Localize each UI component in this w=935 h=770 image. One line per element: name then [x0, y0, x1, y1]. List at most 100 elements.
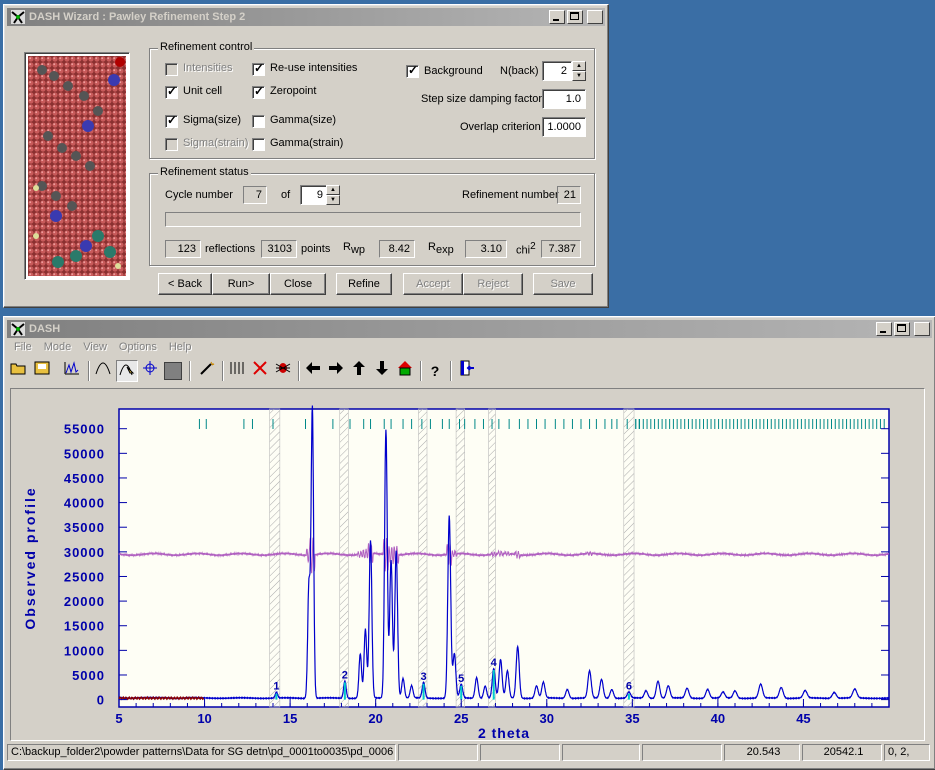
y-tick-label: 5000: [72, 668, 105, 683]
toolbar-separator: [222, 361, 224, 381]
x-axis-label: 2 theta: [478, 725, 530, 740]
unit-cell-label: Unit cell: [183, 85, 223, 97]
y-tick-label: 10000: [64, 643, 105, 658]
reuse-intensities-label: Re-use intensities: [270, 62, 358, 74]
excluded-region: [623, 408, 635, 708]
refinement-number-label: Refinement number: [462, 189, 559, 201]
arrow-up-icon[interactable]: [348, 360, 370, 382]
molecule-picture: [28, 56, 126, 276]
spin-down-icon[interactable]: ▼: [572, 71, 586, 81]
y-tick-label: 0: [97, 693, 105, 708]
profile-icon[interactable]: [61, 360, 83, 382]
unit-cell-checkbox[interactable]: ✓: [165, 84, 178, 99]
close-window-button[interactable]: ✕: [914, 322, 930, 337]
arrow-left-icon[interactable]: [302, 360, 324, 382]
refine-button[interactable]: Refine: [336, 273, 392, 295]
select-peak-icon[interactable]: [116, 360, 138, 382]
minimize-button[interactable]: [876, 322, 892, 336]
close-button[interactable]: Close: [270, 273, 326, 295]
maximize-button[interactable]: [567, 10, 583, 24]
cycle-number-value: 7: [243, 186, 267, 204]
rwp-subscript: wp: [350, 244, 366, 257]
status-panel: [642, 744, 722, 761]
grid-icon[interactable]: [226, 360, 248, 382]
run-button[interactable]: Run>: [212, 273, 270, 295]
close-window-button[interactable]: ✕: [587, 10, 603, 25]
zeropoint-checkbox[interactable]: ✓: [252, 84, 265, 99]
menu-view[interactable]: View: [77, 338, 113, 356]
overlap-criterion-label: Overlap criterion: [460, 121, 541, 133]
restore-button[interactable]: [894, 322, 910, 336]
save-button[interactable]: Save: [533, 273, 593, 295]
arrow-right-icon[interactable]: [325, 360, 347, 382]
grey-square-icon[interactable]: [162, 360, 184, 382]
reflections-label: reflections: [205, 243, 256, 255]
menu-options[interactable]: Options: [113, 338, 163, 356]
crosshair-icon[interactable]: [139, 360, 161, 382]
wand-icon[interactable]: [196, 360, 218, 382]
accept-button[interactable]: Accept: [403, 273, 463, 295]
dash-titlebar[interactable]: DASH ✕: [7, 320, 932, 338]
menu-mode[interactable]: Mode: [38, 338, 78, 356]
y-tick-label: 40000: [64, 496, 105, 511]
red-cross-icon[interactable]: [249, 360, 271, 382]
refinement-progress-bar: [165, 212, 581, 227]
gamma-size-checkbox[interactable]: [252, 115, 265, 128]
max-cycles-input[interactable]: 9: [300, 185, 328, 205]
y-tick-label: 15000: [64, 619, 105, 634]
step-size-input[interactable]: 1.0: [542, 89, 586, 109]
back-button[interactable]: < Back: [158, 273, 212, 295]
dash-title: DASH: [29, 323, 61, 335]
exit-icon[interactable]: [456, 360, 478, 382]
spin-down-icon[interactable]: ▼: [326, 195, 340, 205]
arrow-down-icon[interactable]: [371, 360, 393, 382]
open-folder-icon[interactable]: [8, 360, 30, 382]
x-tick-label: 45: [796, 711, 810, 726]
powder-pattern-chart[interactable]: 12 3 5460500010000150002000025000300003500…: [11, 389, 924, 741]
y-tick-label: 30000: [64, 545, 105, 560]
chi2-value: 7.387: [541, 240, 581, 258]
minimize-button[interactable]: [549, 10, 565, 24]
menu-file[interactable]: File: [8, 338, 38, 356]
close-icon: ✕: [918, 323, 929, 337]
status-x-value: 20.543: [724, 744, 800, 761]
menu-help[interactable]: Help: [163, 338, 198, 356]
sigma-size-checkbox[interactable]: ✓: [165, 113, 178, 128]
molecule-image: [24, 52, 130, 280]
nback-spinner[interactable]: ▲ ▼: [572, 61, 586, 81]
reuse-intensities-checkbox[interactable]: ✓: [252, 61, 265, 76]
peak-number-label: 5: [458, 673, 464, 685]
plot-area[interactable]: 1 2 3 5 4 6 0 5000 10000 15000 20000 25000 30000 3500…: [10, 388, 925, 741]
close-icon: ✕: [591, 11, 602, 25]
spin-up-icon[interactable]: ▲: [572, 61, 586, 71]
nback-input[interactable]: 2: [542, 61, 572, 81]
x-tick-label: 25: [454, 711, 468, 726]
menu-bar: File Mode View Options Help: [8, 338, 197, 356]
y-tick-label: 25000: [64, 569, 105, 584]
gamma-strain-checkbox[interactable]: [252, 138, 265, 151]
wizard-titlebar[interactable]: DASH Wizard : Pawley Refinement Step 2 ✕: [7, 8, 605, 26]
rexp-label: Rexp: [428, 241, 454, 257]
background-checkbox[interactable]: ✓: [406, 63, 419, 78]
x-tick-label: 40: [711, 711, 725, 726]
peak-number-label: 2: [342, 669, 348, 681]
dash-main-window: DASH ✕ File Mode View Options Help ? 1 2 3…: [3, 316, 935, 770]
spin-up-icon[interactable]: ▲: [326, 185, 340, 195]
y-tick-label: 45000: [64, 471, 105, 486]
save-icon[interactable]: [31, 360, 53, 382]
chi2-label: chi2: [516, 241, 536, 257]
max-cycles-spinner[interactable]: ▲ ▼: [326, 185, 340, 205]
sigma-strain-label: Sigma(strain): [183, 137, 249, 149]
peak-fit-icon[interactable]: [92, 360, 114, 382]
points-label: points: [301, 243, 331, 255]
status-extra: 0, 2,: [884, 744, 930, 761]
home-icon[interactable]: [394, 360, 416, 382]
bug-icon[interactable]: [272, 360, 294, 382]
toolbar-separator: [189, 361, 191, 381]
refinement-status-legend: Refinement status: [158, 166, 251, 178]
rexp-subscript: exp: [435, 244, 454, 257]
overlap-criterion-input[interactable]: 1.0000: [542, 117, 586, 137]
x-tick-label: 20: [368, 711, 382, 726]
reject-button[interactable]: Reject: [463, 273, 523, 295]
help-icon[interactable]: ?: [424, 360, 446, 382]
